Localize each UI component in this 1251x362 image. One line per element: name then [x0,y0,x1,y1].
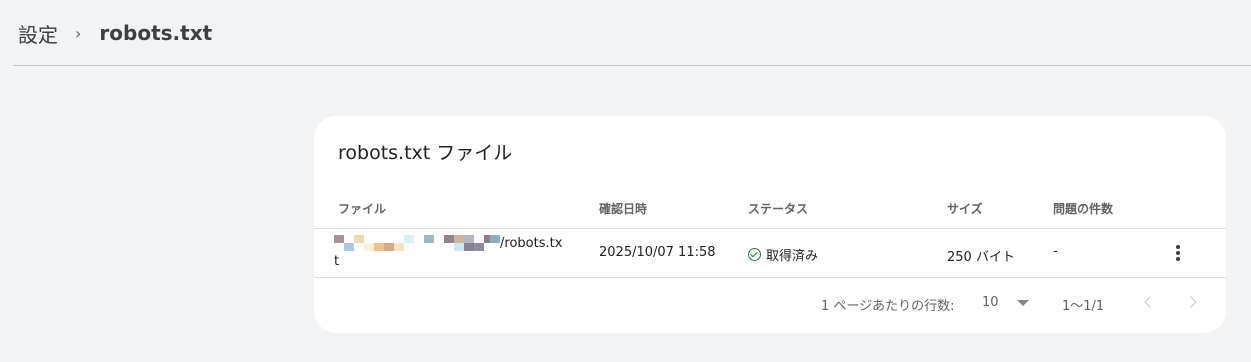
breadcrumb-settings[interactable]: 設定 [18,19,58,48]
file-path-tail: t [334,254,340,269]
column-header-file: ファイル [338,202,387,216]
status-text: 取得済み [766,249,819,264]
header-divider [314,228,1226,229]
chevron-right-icon[interactable] [1181,290,1205,314]
rows-per-page-label: 1 ページあたりの行数: [821,299,955,314]
header-divider [13,65,1251,66]
rows-per-page-value: 10 [982,295,999,310]
chevron-right-icon: › [75,23,82,43]
pagination-range: 1〜1/1 [1062,299,1105,314]
column-header-size: サイズ [947,202,983,216]
arrow-drop-down-icon [1016,299,1029,306]
checked-datetime: 2025/10/07 11:58 [599,245,716,260]
header: 設定 › robots.txt [0,0,1251,66]
check-circle-icon [748,248,761,261]
status-cell: 取得済み [748,245,818,264]
column-header-status: ステータス [748,202,809,216]
file-size: 250 バイト [947,250,1015,265]
rows-per-page-select[interactable]: 10 [982,295,1029,310]
page-title: robots.txt [99,21,213,45]
row-divider [314,277,1226,278]
card-title: robots.txt ファイル [338,142,513,164]
column-header-checked: 確認日時 [599,202,648,216]
issue-count: - [1053,244,1058,259]
redacted-domain-mask [334,234,500,251]
file-path-suffix: /robots.tx [500,236,563,251]
robots-files-card: robots.txt ファイル ファイル 確認日時 ステータス サイズ 問題の件… [314,116,1226,333]
more-vert-icon[interactable] [1164,241,1192,265]
column-header-issues: 問題の件数 [1053,202,1114,216]
chevron-left-icon[interactable] [1137,290,1161,314]
file-url[interactable]: /robots.tx t [334,234,566,271]
